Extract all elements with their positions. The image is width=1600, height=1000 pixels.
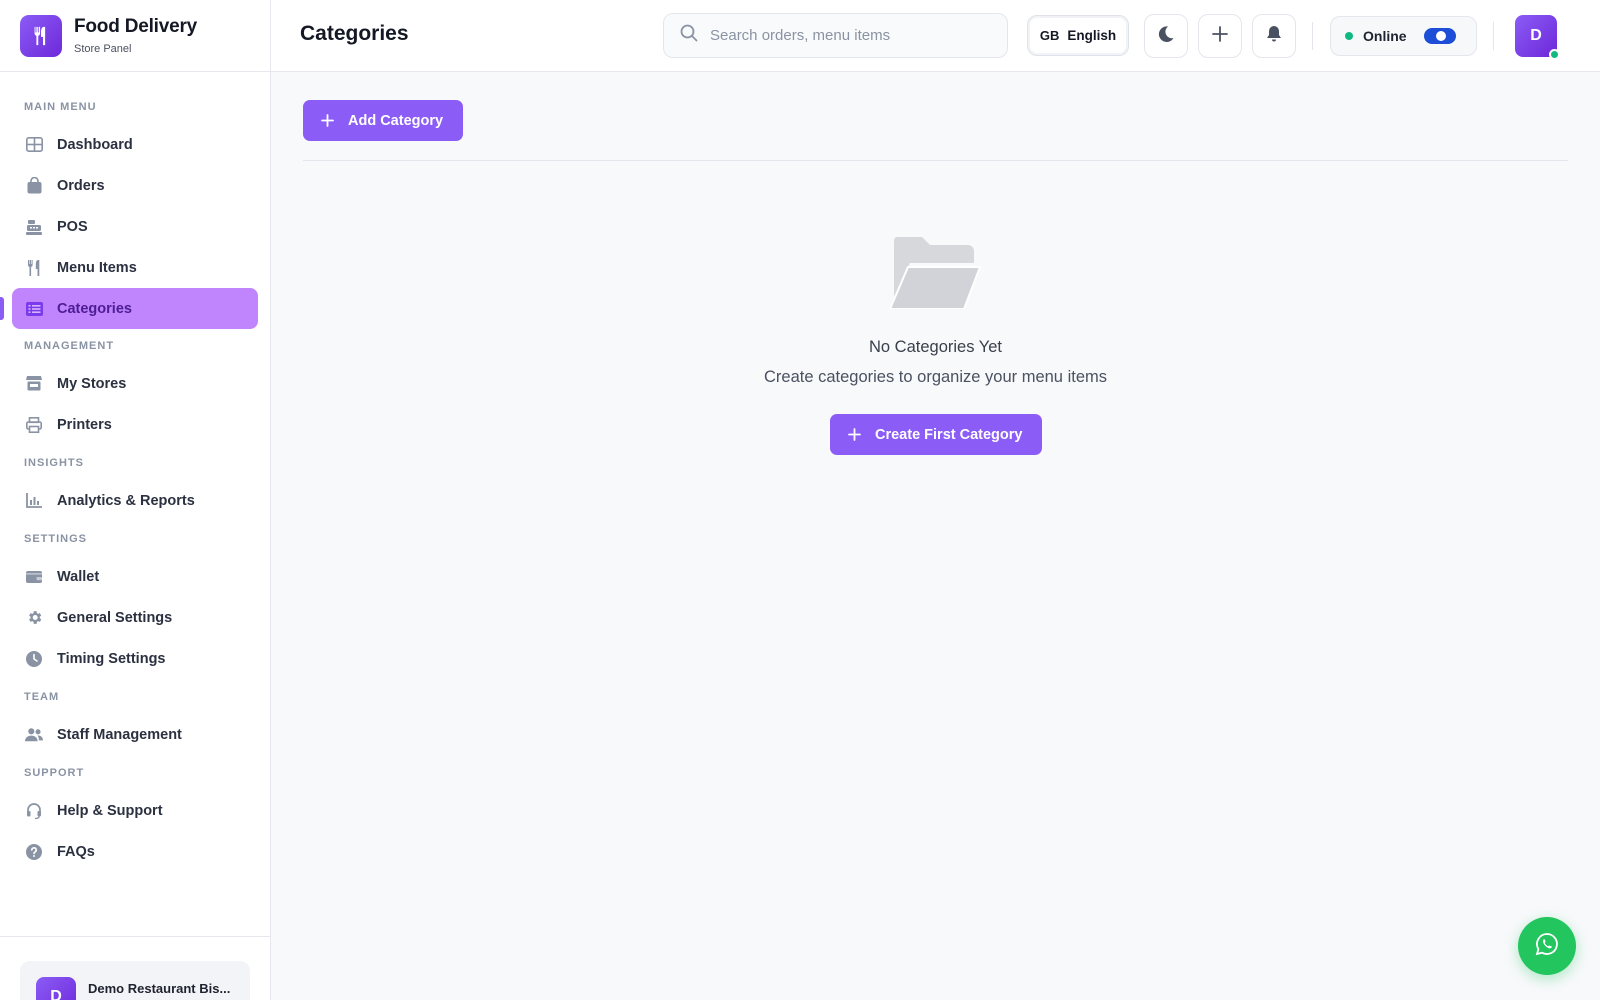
sidebar-item-timing-settings[interactable]: Timing Settings — [12, 638, 258, 679]
sidebar-item-label: Help & Support — [57, 802, 163, 819]
search-input[interactable] — [710, 27, 990, 44]
brand-title: Food Delivery — [74, 16, 198, 37]
sidebar-item-label: Dashboard — [57, 136, 133, 153]
sidebar-item-label: Printers — [57, 416, 112, 433]
section-label-management: MANAGEMENT — [24, 340, 115, 352]
utensils-icon — [25, 259, 43, 277]
sidebar-nav: MAIN MENU Dashboard Orders POS Menu Item… — [0, 72, 270, 872]
bell-icon — [1266, 25, 1282, 47]
sidebar-item-general-settings[interactable]: General Settings — [12, 597, 258, 638]
sidebar-item-label: Timing Settings — [57, 650, 166, 667]
section-label-support: SUPPORT — [24, 767, 85, 779]
store-avatar: D — [36, 977, 76, 1000]
empty-state-subtitle: Create categories to organize your menu … — [763, 368, 1107, 386]
top-bar: Categories GB English Online D — [271, 0, 1600, 72]
online-dot — [1345, 32, 1353, 40]
sidebar-item-label: General Settings — [57, 609, 173, 626]
create-first-category-label: Create First Category — [875, 426, 1023, 443]
sidebar-item-wallet[interactable]: Wallet — [12, 556, 258, 597]
plus-icon — [321, 111, 334, 131]
divider — [303, 160, 1568, 161]
user-avatar[interactable]: D — [1515, 15, 1560, 60]
sidebar-item-pos[interactable]: POS — [12, 206, 258, 247]
add-category-button[interactable]: Add Category — [303, 100, 463, 141]
sidebar-item-faqs[interactable]: FAQs — [12, 831, 258, 872]
sidebar-item-my-stores[interactable]: My Stores — [12, 363, 258, 404]
store-switcher[interactable]: D Demo Restaurant Bis... — [20, 961, 250, 1000]
add-category-label: Add Category — [348, 112, 444, 129]
store-icon — [25, 375, 43, 393]
printer-icon — [25, 416, 43, 434]
sidebar-item-printers[interactable]: Printers — [12, 404, 258, 445]
language-name: English — [1067, 28, 1117, 43]
wallet-icon — [25, 568, 43, 586]
sidebar-item-orders[interactable]: Orders — [12, 165, 258, 206]
sidebar-item-staff-management[interactable]: Staff Management — [12, 714, 258, 755]
section-label-team: TEAM — [24, 691, 60, 703]
section-label-main-menu: MAIN MENU — [24, 101, 97, 113]
sidebar-item-label: Analytics & Reports — [57, 492, 195, 509]
sidebar-item-menu-items[interactable]: Menu Items — [12, 247, 258, 288]
sidebar-item-label: POS — [57, 218, 88, 235]
divider — [1493, 22, 1494, 50]
language-code: GB — [1039, 28, 1060, 43]
dashboard-icon — [25, 136, 43, 154]
toggle-knob — [1436, 31, 1446, 41]
sidebar-footer: D Demo Restaurant Bis... — [0, 936, 270, 1000]
sidebar: Food Delivery Store Panel MAIN MENU Dash… — [0, 0, 271, 1000]
online-status: Online — [1330, 16, 1477, 56]
section-label-insights: INSIGHTS — [24, 457, 84, 469]
user-online-indicator — [1549, 49, 1560, 60]
search-icon — [680, 24, 698, 47]
empty-state-title: No Categories Yet — [868, 338, 1002, 356]
section-label-settings: SETTINGS — [24, 533, 88, 545]
sidebar-item-label: FAQs — [57, 843, 95, 860]
plus-icon — [848, 425, 861, 445]
whatsapp-icon — [1535, 932, 1559, 961]
shopping-bag-icon — [25, 177, 43, 195]
sidebar-item-help-support[interactable]: Help & Support — [12, 790, 258, 831]
question-circle-icon — [25, 843, 43, 861]
online-status-label: Online — [1363, 28, 1407, 44]
brand-header: Food Delivery Store Panel — [0, 0, 270, 72]
headset-icon — [25, 802, 43, 820]
users-icon — [25, 726, 43, 744]
moon-icon — [1158, 25, 1174, 47]
online-toggle[interactable] — [1424, 28, 1456, 44]
create-first-category-button[interactable]: Create First Category — [830, 414, 1042, 455]
divider — [1312, 22, 1313, 50]
chart-icon — [25, 492, 43, 510]
clock-icon — [25, 650, 43, 668]
page-title: Categories — [300, 22, 409, 45]
sidebar-item-dashboard[interactable]: Dashboard — [12, 124, 258, 165]
user-avatar-letter: D — [1530, 27, 1542, 44]
main-content: Add Category No Categories Yet Create ca… — [271, 72, 1600, 1000]
sidebar-item-label: Wallet — [57, 568, 100, 585]
empty-state: No Categories Yet Create categories to o… — [271, 237, 1600, 387]
sidebar-item-analytics[interactable]: Analytics & Reports — [12, 480, 258, 521]
language-selector[interactable]: GB English — [1027, 15, 1129, 56]
notifications-button[interactable] — [1252, 14, 1296, 58]
store-name: Demo Restaurant Bis... — [88, 981, 231, 996]
sidebar-item-label: Menu Items — [57, 259, 137, 276]
sidebar-item-label: Staff Management — [57, 726, 182, 743]
plus-icon — [1212, 25, 1228, 47]
sidebar-item-categories[interactable]: Categories — [0, 288, 258, 329]
sidebar-item-label: Orders — [57, 177, 105, 194]
quick-add-button[interactable] — [1198, 14, 1242, 58]
search-box[interactable] — [663, 13, 1008, 58]
sidebar-item-label: My Stores — [57, 375, 127, 392]
utensils-icon — [20, 14, 62, 57]
whatsapp-chat-button[interactable] — [1518, 917, 1576, 975]
brand-subtitle: Store Panel — [74, 43, 132, 55]
folder-open-icon — [887, 237, 982, 310]
active-indicator — [0, 297, 4, 320]
list-icon — [25, 300, 43, 318]
sidebar-item-label: Categories — [57, 300, 132, 317]
gear-icon — [25, 609, 43, 627]
theme-toggle-button[interactable] — [1144, 14, 1188, 58]
cash-register-icon — [25, 218, 43, 236]
